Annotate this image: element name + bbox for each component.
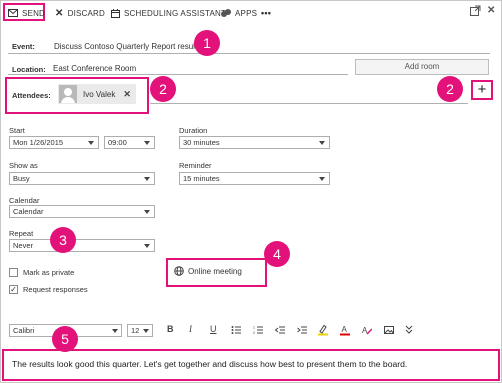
start-date-select[interactable]: Mon 1/26/2015: [9, 136, 99, 149]
attendees-label: Attendees:: [12, 91, 51, 100]
font-family-value: Calibri: [13, 326, 35, 335]
numbered-list-icon[interactable]: 12: [253, 324, 263, 336]
avatar: [59, 85, 77, 103]
repeat-select[interactable]: Never: [9, 239, 155, 252]
underline-icon[interactable]: U: [210, 324, 217, 336]
chevron-down-icon: [144, 177, 150, 181]
increase-indent-icon[interactable]: [297, 324, 307, 336]
font-color-icon[interactable]: A: [340, 324, 350, 336]
attendees-underline: [150, 103, 468, 104]
send-envelope-icon: [8, 9, 18, 17]
toolbar: SEND ✕ DISCARD SCHEDULING ASSISTANT APPS…: [0, 0, 502, 26]
scheduling-assistant-button[interactable]: SCHEDULING ASSISTANT: [111, 6, 226, 20]
decrease-indent-icon[interactable]: [275, 324, 285, 336]
attendee-name: Ivo Valek: [83, 89, 116, 99]
show-as-select[interactable]: Busy: [9, 172, 155, 185]
event-underline: [8, 53, 490, 54]
request-responses-checkbox[interactable]: ✓: [9, 285, 18, 294]
svg-text:2: 2: [253, 331, 255, 335]
chevron-down-icon: [88, 141, 94, 145]
bullet-list-icon[interactable]: [231, 324, 241, 336]
italic-icon[interactable]: I: [189, 324, 192, 336]
clear-formatting-icon[interactable]: A: [362, 324, 372, 336]
attendee-chip[interactable]: Ivo Valek ✕: [58, 84, 136, 104]
event-field[interactable]: Discuss Contoso Quarterly Report results: [54, 42, 201, 51]
start-time-value: 09:00: [108, 138, 127, 147]
reminder-label: Reminder: [179, 161, 212, 170]
callout-badge-3: 3: [50, 227, 76, 253]
chevron-down-icon: [143, 329, 149, 333]
discard-x-icon: ✕: [55, 7, 64, 19]
send-label: SEND: [22, 8, 46, 18]
chevron-down-icon: [144, 141, 150, 145]
apps-label: APPS: [235, 8, 258, 18]
duration-label: Duration: [179, 126, 208, 135]
chevron-down-icon: [319, 177, 325, 181]
show-as-label: Show as: [9, 161, 38, 170]
pop-out-icon[interactable]: [470, 5, 481, 16]
chevron-down-icon: [319, 141, 325, 145]
reminder-value: 15 minutes: [183, 174, 220, 183]
highlight-icon[interactable]: [318, 324, 328, 336]
location-label: Location:: [12, 65, 46, 74]
discard-label: DISCARD: [67, 8, 105, 18]
more-button[interactable]: •••: [261, 6, 271, 20]
send-button[interactable]: SEND: [8, 6, 45, 20]
globe-icon: [174, 266, 184, 276]
location-field[interactable]: East Conference Room: [53, 64, 136, 73]
font-size-select[interactable]: 12: [127, 324, 153, 337]
calendar-select[interactable]: Calendar: [9, 205, 155, 218]
add-room-button[interactable]: Add room: [355, 59, 489, 75]
discard-button[interactable]: ✕ DISCARD: [55, 6, 105, 20]
chevron-down-icon: [112, 329, 118, 333]
more-formatting-chevron-icon[interactable]: [405, 324, 413, 336]
mark-private-label: Mark as private: [23, 268, 75, 277]
callout-badge-2b: 2: [437, 76, 463, 102]
insert-picture-icon[interactable]: [384, 324, 394, 336]
svg-text:A: A: [342, 325, 348, 334]
repeat-value: Never: [13, 241, 34, 250]
message-body[interactable]: The results look good this quarter. Let'…: [12, 359, 407, 369]
reminder-select[interactable]: 15 minutes: [179, 172, 330, 185]
online-meeting-label: Online meeting: [188, 266, 242, 276]
start-date-value: Mon 1/26/2015: [13, 138, 64, 147]
show-as-value: Busy: [13, 174, 30, 183]
repeat-label: Repeat: [9, 229, 34, 238]
close-icon[interactable]: ✕: [487, 5, 495, 16]
apps-icon: [221, 8, 231, 17]
callout-badge-1: 1: [194, 30, 220, 56]
event-label: Event:: [12, 42, 35, 51]
font-size-value: 12: [131, 326, 140, 335]
add-attendee-button[interactable]: +: [471, 80, 493, 100]
remove-attendee-icon[interactable]: ✕: [123, 89, 131, 100]
mark-private-checkbox[interactable]: [9, 268, 18, 277]
callout-badge-2: 2: [150, 76, 176, 102]
duration-select[interactable]: 30 minutes: [179, 136, 330, 149]
calendar-value: Calendar: [13, 207, 44, 216]
online-meeting-link[interactable]: Online meeting: [174, 266, 242, 276]
start-time-select[interactable]: 09:00: [104, 136, 155, 149]
svg-text:1: 1: [253, 326, 255, 330]
apps-button[interactable]: APPS: [221, 6, 257, 20]
location-underline: [8, 74, 348, 75]
calendar-icon: [111, 8, 120, 18]
callout-badge-4: 4: [264, 241, 290, 267]
chevron-down-icon: [144, 210, 150, 214]
scheduling-label: SCHEDULING ASSISTANT: [124, 8, 227, 18]
start-label: Start: [9, 126, 25, 135]
chevron-down-icon: [144, 244, 150, 248]
duration-value: 30 minutes: [183, 138, 220, 147]
request-responses-label: Request responses: [23, 285, 88, 294]
bold-icon[interactable]: B: [167, 324, 174, 336]
calendar-label: Calendar: [9, 196, 40, 205]
